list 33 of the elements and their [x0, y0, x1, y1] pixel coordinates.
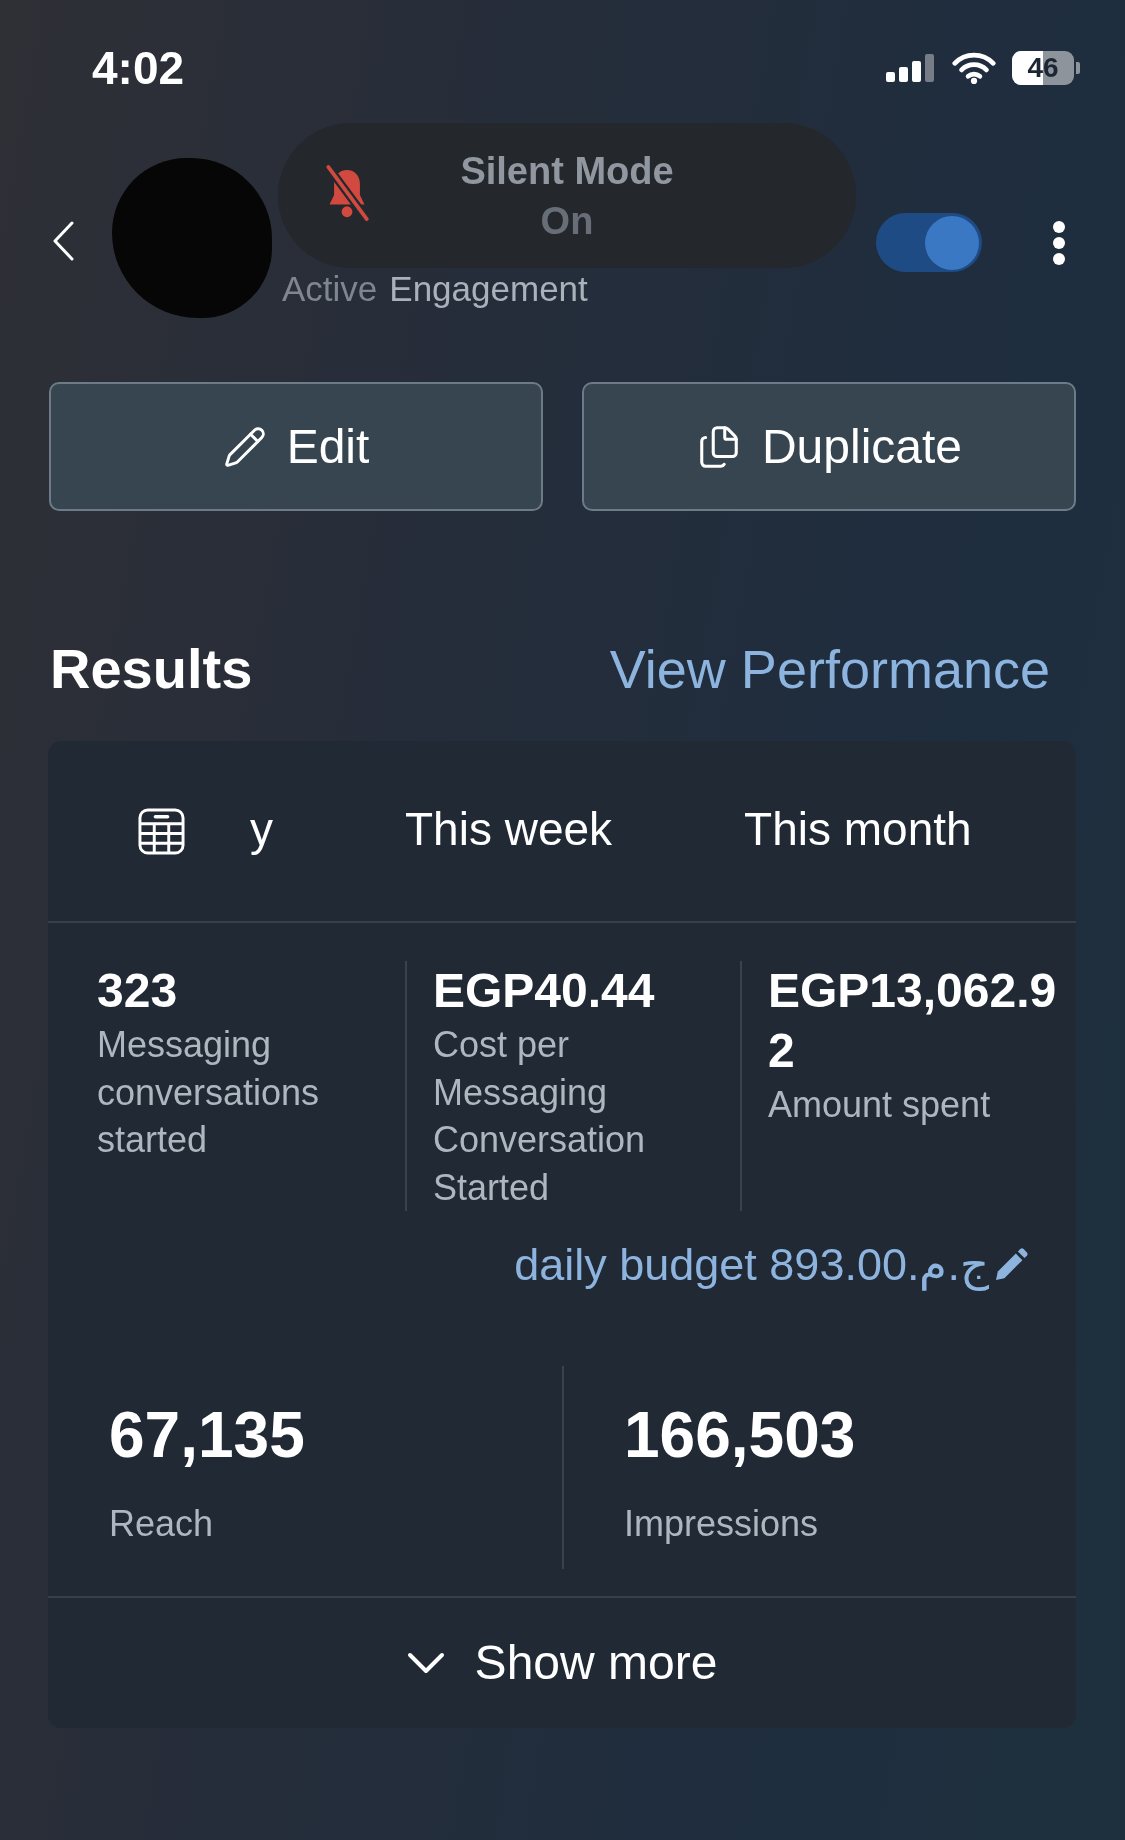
calendar-icon[interactable] — [138, 807, 185, 855]
total-value: 166,503 — [624, 1398, 857, 1473]
pencil-icon[interactable] — [993, 1247, 1029, 1283]
chevron-down-icon — [406, 1652, 445, 1674]
total-value: 67,135 — [109, 1398, 306, 1473]
status-time: 4:02 — [92, 45, 185, 91]
banner-status: On — [540, 198, 594, 244]
period-tab[interactable]: This week — [405, 799, 613, 863]
period-tab[interactable]: y — [250, 799, 273, 863]
metric-value: EGP40.44 — [433, 963, 656, 1019]
objective-label: Engagement — [389, 272, 588, 306]
metric-value: EGP13,062.92 — [768, 963, 1058, 1079]
pencil-icon — [222, 424, 267, 469]
show-more-button[interactable]: Show more — [48, 1598, 1076, 1728]
edit-button[interactable]: Edit — [49, 382, 543, 511]
signal-icon — [886, 54, 936, 82]
status-label: Active — [282, 272, 378, 306]
back-icon[interactable] — [52, 221, 74, 261]
battery-indicator: 46 — [1012, 51, 1080, 85]
period-tab[interactable]: This month — [744, 799, 972, 863]
total-label: Impressions — [624, 1502, 820, 1546]
section-title: Results — [50, 641, 253, 697]
duplicate-button[interactable]: Duplicate — [582, 382, 1076, 511]
banner-title: Silent Mode — [460, 148, 674, 194]
wifi-icon — [952, 52, 996, 84]
metric-value: 323 — [97, 963, 179, 1019]
metric-label: Messaging conversations started — [97, 1023, 321, 1162]
view-performance-link[interactable]: View Performance — [609, 642, 1050, 696]
total-label: Reach — [109, 1502, 215, 1546]
metric-label: Cost per Messaging Conversation Started — [433, 1023, 647, 1210]
more-icon[interactable] — [1052, 220, 1066, 266]
metric-label: Amount spent — [768, 1083, 992, 1127]
daily-budget-text: daily budget 893.00.ج.م — [514, 1241, 989, 1289]
